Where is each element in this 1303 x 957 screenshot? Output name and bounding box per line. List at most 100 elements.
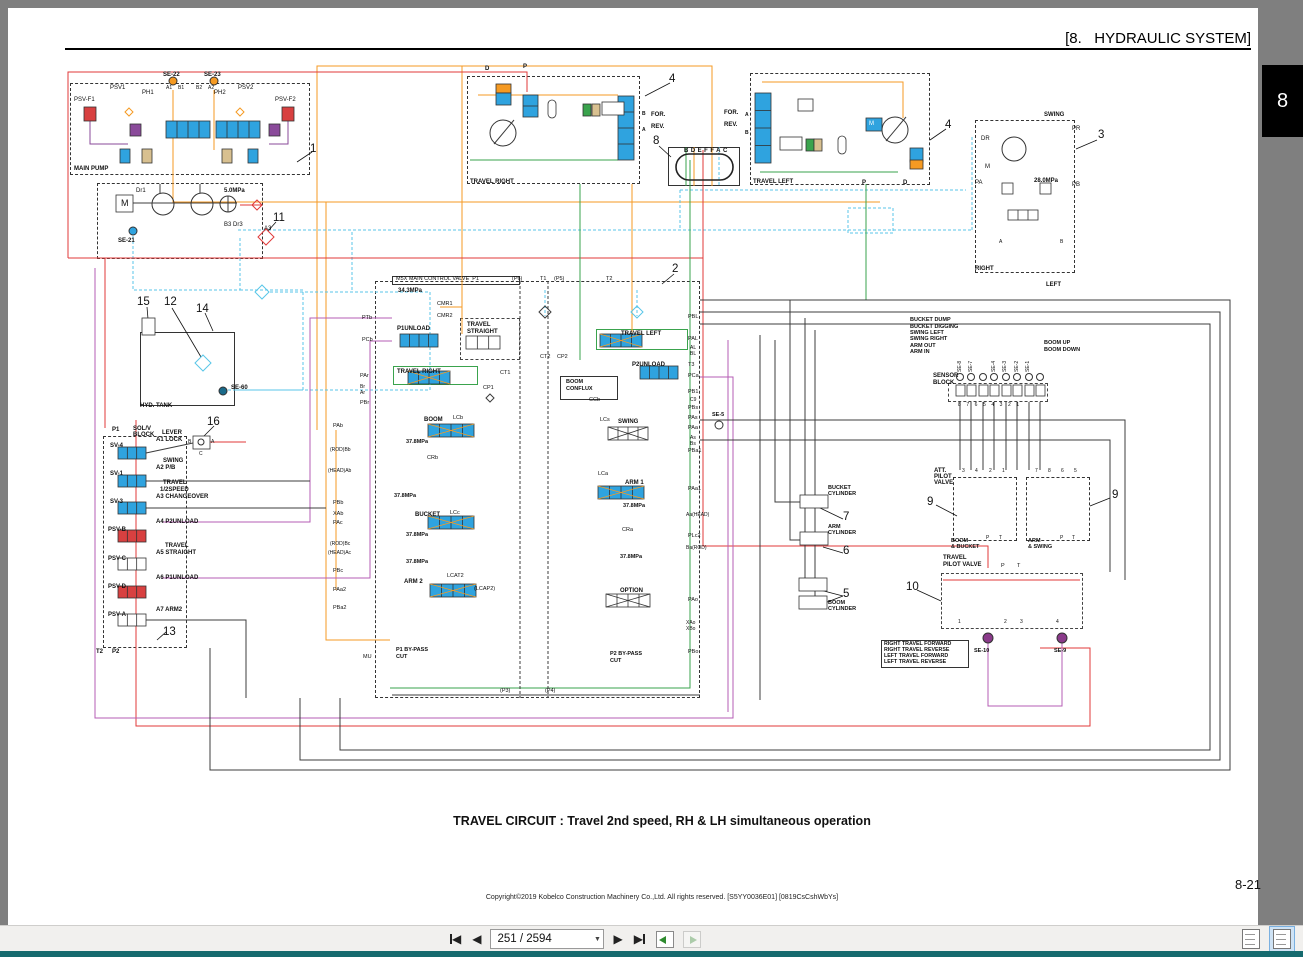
diagram-label: CRb (427, 455, 439, 461)
diagram-label: PSV-B (108, 527, 127, 533)
diagram-label: A3 CHANGEOVER (156, 494, 209, 500)
diagram-label: A (211, 439, 215, 445)
diagram-label: 8 7 6 5 4 3 2 1 (958, 402, 1020, 408)
diagram-label: ARM IN (910, 349, 930, 355)
diagram-label: BOOM (424, 417, 443, 423)
callout-number: 12 (164, 296, 177, 308)
diagram-label: (P6) (512, 276, 523, 282)
continuous-view-icon (1273, 929, 1291, 949)
diagram-label: LCs (600, 417, 610, 423)
diagram-label: SV-4 (110, 443, 124, 449)
previous-page-button[interactable]: ◀ (470, 929, 483, 949)
diagram-label: RIGHT (975, 266, 994, 272)
diagram-label: ARM (1028, 538, 1041, 544)
diagram-label: B (1060, 239, 1064, 245)
next-view-button[interactable] (682, 930, 701, 948)
diagram-label: HYD. TANK (140, 403, 173, 409)
diagram-label: BUCKET (415, 512, 440, 518)
diagram-label: 4 (1056, 619, 1059, 625)
diagram-label: A3 (264, 226, 272, 232)
callout-number: 11 (273, 212, 285, 224)
page-number-input[interactable] (491, 930, 592, 948)
diagram-label: & BUCKET (951, 544, 980, 550)
diagram-label: PCa (688, 373, 699, 379)
diagram-label: XAo (686, 620, 696, 626)
diagram-label: M (121, 198, 129, 208)
diagram-label: (HEAD)Ac (328, 550, 352, 556)
diagram-label: PAr (360, 373, 369, 379)
diagram-label: CYLINDER (828, 491, 857, 497)
diagram-label: CCb (589, 397, 601, 403)
next-view-arrow-icon (689, 935, 697, 944)
diagram-label: SE-4 (991, 360, 997, 372)
diagram-label: CMR1 (437, 301, 453, 307)
callout-number: 8 (653, 135, 660, 147)
page-dropdown-caret-icon[interactable]: ▼ (591, 936, 603, 943)
diagram-label: A1 LOCK (156, 437, 183, 443)
diagram-label: As (690, 435, 696, 441)
diagram-label: CP1 (483, 385, 494, 391)
diagram-label: 2 (1004, 619, 1007, 625)
pump-lower-box (97, 183, 263, 259)
diagram-label: CUT (396, 654, 408, 660)
diagram-label: B1 (178, 85, 185, 91)
previous-view-button[interactable] (655, 930, 674, 948)
diagram-label: PSV-D (108, 584, 127, 590)
diagram-label: OPTION (620, 588, 644, 594)
travel-right-box (467, 76, 640, 184)
diagram-label: PAa (688, 425, 698, 431)
diagram-label: P2 BY-PASS (610, 651, 642, 657)
first-page-button[interactable]: ◀ (448, 929, 463, 949)
diagram-label: SE-10 (974, 648, 990, 654)
diagram-label: T2 (96, 649, 104, 655)
travel-pilot-valve-box (941, 573, 1083, 629)
diagram-label: 34.3MPa (398, 288, 423, 294)
diagram-label: SE-23 (204, 72, 221, 78)
diagram-label: PB1 (688, 389, 699, 395)
diagram-label: PB (1072, 182, 1081, 188)
travel-left-spool-box (596, 329, 688, 350)
diagram-label: BLOCK (933, 380, 955, 386)
diagram-label: SOL/V (133, 426, 152, 432)
diagram-label: PA (975, 180, 983, 186)
next-page-arrow-icon: ▶ (613, 932, 623, 946)
travel-legend-box (881, 640, 969, 668)
page-number: 8-21 (1234, 877, 1261, 892)
diagram-label: 4 (975, 468, 978, 474)
diagram-label: BOOM (828, 600, 846, 606)
diagram-label: 5 (1074, 468, 1077, 474)
diagram-label: PSV1 (110, 85, 126, 91)
header-rule (65, 48, 1251, 50)
diagram-label: 1 (1002, 468, 1005, 474)
diagram-label: SE-60 (231, 385, 248, 391)
diagram-label: PILOT VALVE (943, 562, 982, 568)
diagram-label: Ba(ROD) (686, 545, 707, 551)
diagram-label: PAL (688, 336, 698, 342)
diagram-label: B3 Dr3 (224, 222, 243, 228)
callout-number: 15 (137, 296, 150, 308)
diagram-label: (P3) (500, 688, 511, 694)
diagram-label: PBL (688, 314, 699, 320)
diagram-label: 1/2SPEED (160, 487, 189, 493)
diagram-label: P1 BY-PASS (396, 647, 428, 653)
last-page-button[interactable]: ▶ (632, 929, 647, 949)
diagram-label: A (642, 127, 646, 133)
diagram-label: ATT. (934, 468, 947, 474)
diagram-label: AL (690, 345, 697, 351)
diagram-label: SWING RIGHT (910, 336, 948, 342)
next-page-button[interactable]: ▶ (611, 929, 624, 949)
continuous-view-button[interactable] (1269, 926, 1295, 952)
diagram-label: & SWING (1028, 544, 1053, 550)
first-page-arrow-icon: ◀ (452, 932, 462, 946)
diagram-label: PAa1 (688, 486, 702, 492)
diagram-label: P (862, 180, 867, 186)
diagram-label: A1 (166, 85, 173, 91)
diagram-label: LEVER (162, 430, 183, 436)
diagram-label: PCb (362, 337, 373, 343)
diagram-label: PSV-C (108, 556, 127, 562)
diagram-label: PBs (688, 405, 699, 411)
diagram-label: M (985, 164, 990, 170)
diagram-label: PSV-F1 (74, 97, 95, 103)
travel-straight-box (460, 318, 520, 360)
single-page-view-button[interactable] (1239, 927, 1263, 951)
